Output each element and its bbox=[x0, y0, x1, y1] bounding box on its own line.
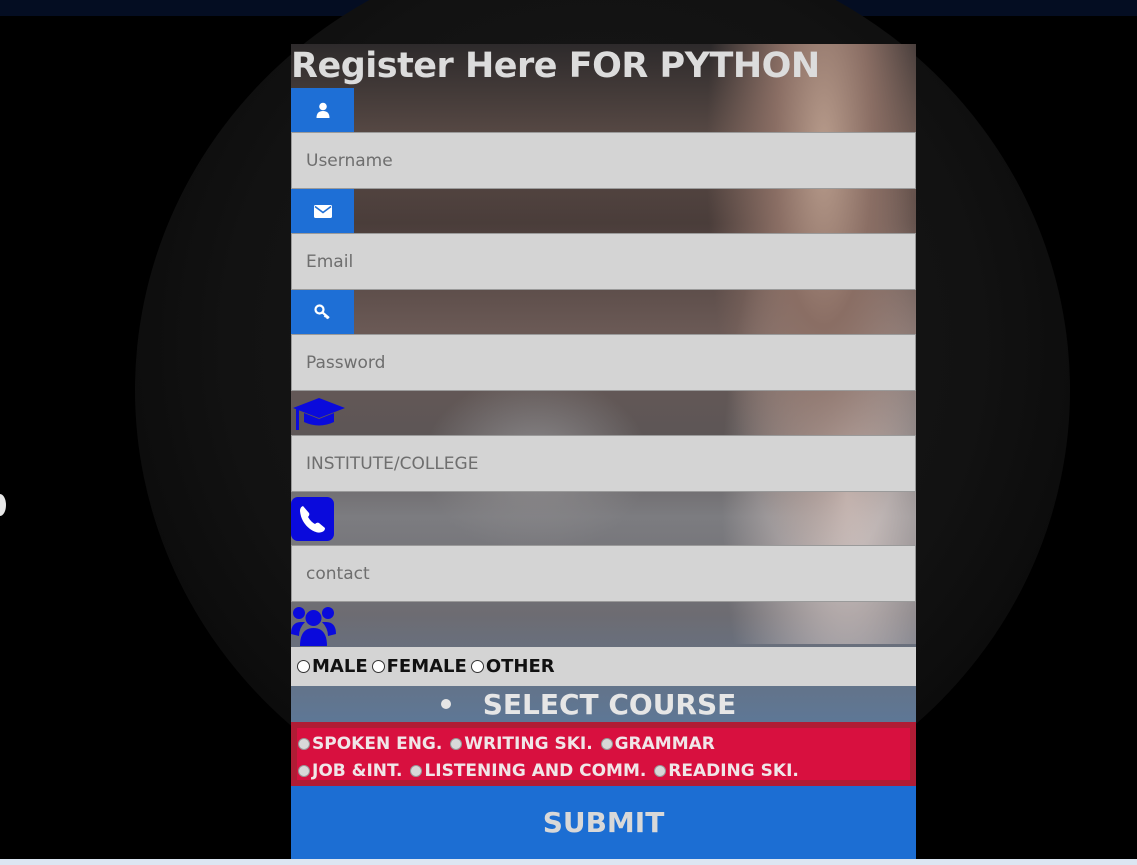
password-input[interactable] bbox=[291, 334, 916, 391]
page-title: Register Here FOR PYTHON bbox=[291, 46, 820, 86]
bullet-icon bbox=[440, 699, 451, 709]
bottom-bar bbox=[0, 859, 1137, 865]
institute-input[interactable] bbox=[291, 435, 916, 492]
course-option-job[interactable]: JOB &INT. bbox=[298, 758, 403, 784]
edge-dot bbox=[0, 494, 6, 516]
course-row-2: JOB &INT. LISTENING AND COMM. READING SK… bbox=[298, 758, 910, 785]
envelope-icon bbox=[291, 189, 354, 233]
course-option-writing[interactable]: WRITING SKI. bbox=[450, 731, 593, 757]
course-options-inner: SPOKEN ENG. WRITING SKI. GRAMMAR JOB &IN… bbox=[297, 728, 910, 781]
gender-option-other[interactable]: OTHER bbox=[470, 656, 555, 677]
radio-male[interactable] bbox=[297, 660, 310, 673]
radio-spoken[interactable] bbox=[298, 738, 310, 750]
phone-icon bbox=[291, 497, 334, 545]
course-option-grammar[interactable]: GRAMMAR bbox=[600, 731, 715, 757]
submit-button[interactable]: SUBMIT bbox=[291, 786, 916, 859]
registration-form: Register Here FOR PYTHON MALE FEMALE OTH… bbox=[291, 44, 916, 859]
gender-option-male[interactable]: MALE bbox=[297, 656, 368, 677]
key-icon bbox=[291, 290, 354, 334]
user-icon bbox=[291, 88, 354, 132]
course-heading: SELECT COURSE bbox=[291, 686, 916, 722]
radio-reading[interactable] bbox=[654, 765, 667, 777]
radio-other[interactable] bbox=[470, 660, 484, 673]
email-input[interactable] bbox=[291, 233, 916, 290]
radio-writing[interactable] bbox=[450, 738, 463, 750]
course-option-listening[interactable]: LISTENING AND COMM. bbox=[410, 758, 646, 784]
users-icon bbox=[291, 604, 336, 650]
graduation-cap-icon bbox=[291, 394, 345, 438]
gender-options: MALE FEMALE OTHER bbox=[291, 647, 916, 686]
course-options: SPOKEN ENG. WRITING SKI. GRAMMAR JOB &IN… bbox=[291, 722, 916, 786]
radio-grammar[interactable] bbox=[600, 738, 613, 750]
radio-job[interactable] bbox=[298, 765, 310, 777]
course-option-spoken[interactable]: SPOKEN ENG. bbox=[298, 731, 442, 757]
radio-female[interactable] bbox=[371, 660, 385, 673]
username-input[interactable] bbox=[291, 132, 916, 189]
gender-option-female[interactable]: FEMALE bbox=[371, 656, 467, 677]
contact-input[interactable] bbox=[291, 545, 916, 602]
radio-listening[interactable] bbox=[410, 765, 423, 777]
course-option-reading[interactable]: READING SKI. bbox=[654, 758, 799, 784]
course-row-1: SPOKEN ENG. WRITING SKI. GRAMMAR bbox=[298, 731, 910, 758]
